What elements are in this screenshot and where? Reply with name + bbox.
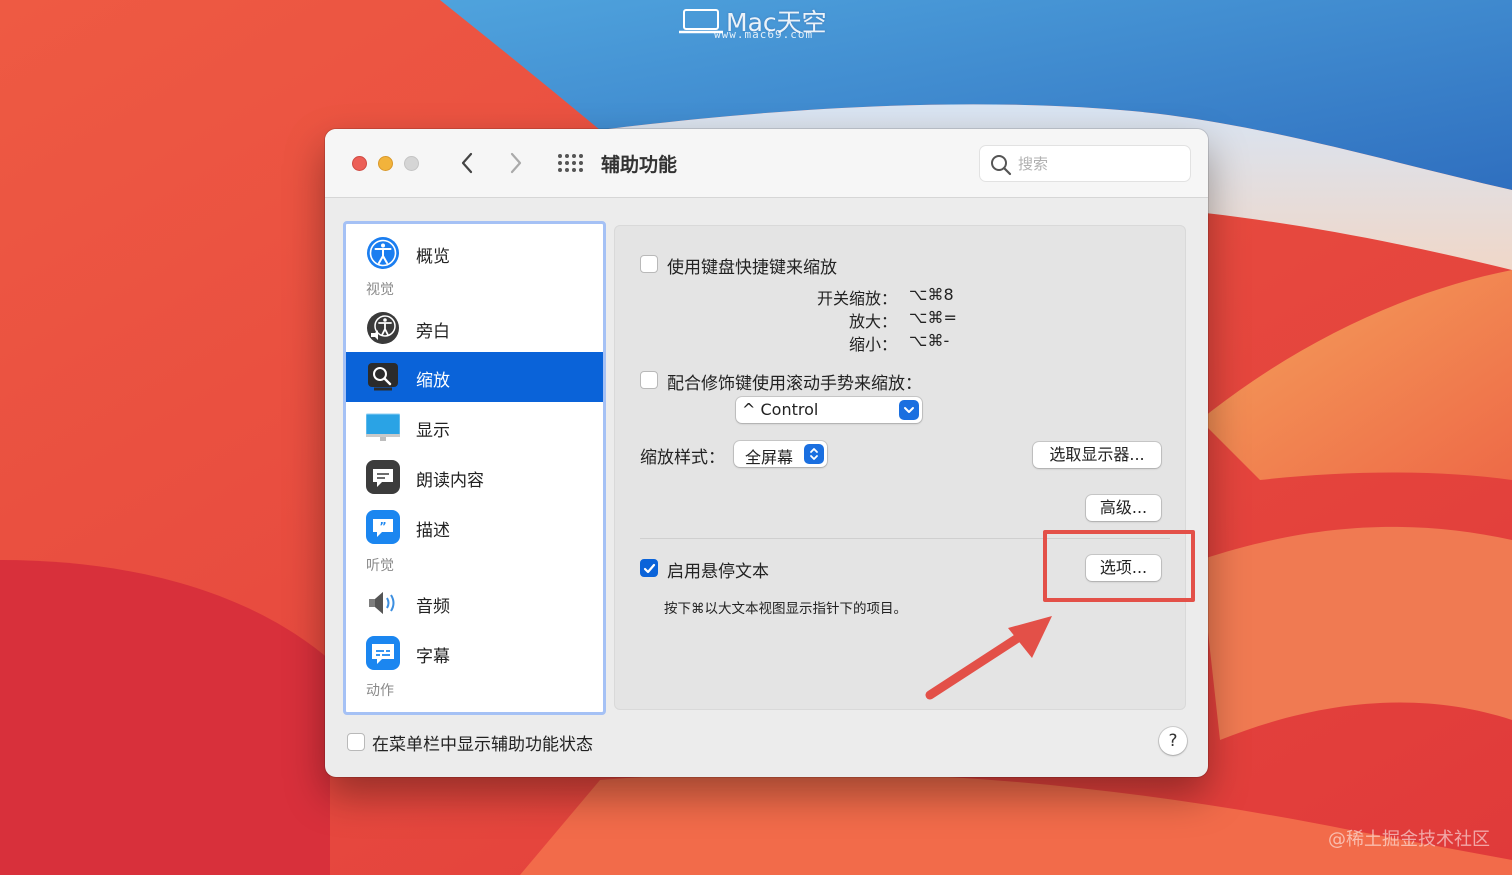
separator [640, 538, 1170, 539]
accessibility-icon [367, 237, 399, 269]
hover-text-checkbox[interactable] [640, 559, 658, 577]
section-hearing-label: 听觉 [366, 558, 394, 574]
keyboard-shortcut-checkbox[interactable] [640, 255, 658, 273]
sidebar-item-spoken-content[interactable]: 朗读内容 [346, 452, 603, 502]
search-icon [991, 155, 1012, 176]
voiceover-icon [367, 312, 399, 344]
section-motor-label: 动作 [366, 683, 394, 699]
shortcut-toggle-value: ⌥⌘8 [909, 285, 954, 304]
shortcut-toggle-key: 开关缩放： [816, 289, 897, 308]
sidebar-item-audio[interactable]: 音频 [346, 578, 603, 628]
sidebar-item-display[interactable]: 显示 [346, 402, 603, 452]
sidebar-item-label: 旁白 [416, 322, 450, 342]
sidebar-item-label: 缩放 [416, 371, 450, 391]
window-titlebar: 辅助功能 [325, 129, 1208, 198]
help-button[interactable]: ? [1159, 727, 1187, 755]
sidebar-item-label: 显示 [416, 421, 450, 441]
system-preferences-window: 辅助功能 概览 视觉 [325, 129, 1208, 777]
hover-text-label: 启用悬停文本 [667, 562, 769, 582]
sidebar-item-voiceover[interactable]: 旁白 [346, 303, 603, 353]
shortcut-zoom-in-key: 放大： [848, 312, 897, 331]
search-input[interactable] [1018, 153, 1183, 175]
sidebar-item-descriptions[interactable]: ” 描述 [346, 502, 603, 552]
sidebar-item-zoom[interactable]: 缩放 [346, 352, 603, 402]
shortcut-zoom-in-value: ⌥⌘= [909, 308, 957, 327]
category-sidebar[interactable]: 概览 视觉 旁白 缩放 显示 朗读内容 ” 描述 听觉 音频 字幕 动作 [343, 221, 606, 715]
sidebar-item-label: 概览 [416, 247, 450, 267]
shortcut-zoom-out-key: 缩小： [848, 335, 897, 354]
zoom-style-popup[interactable]: 全屏幕 [734, 441, 827, 467]
sidebar-item-label: 描述 [416, 521, 450, 541]
speech-icon [366, 460, 400, 494]
display-icon [366, 413, 400, 441]
description-icon: ” [366, 510, 400, 544]
watermark-bottom: @稀土掘金技术社区 [1328, 829, 1490, 850]
zoom-window-button[interactable] [404, 156, 419, 171]
modifier-key-popup[interactable]: ^ Control [736, 397, 922, 423]
chevron-down-icon [899, 400, 919, 420]
zoom-icon [368, 363, 398, 391]
sidebar-item-overview[interactable]: 概览 [346, 228, 603, 278]
sidebar-item-label: 字幕 [416, 647, 450, 667]
section-vision-label: 视觉 [366, 282, 394, 298]
captions-icon [366, 636, 400, 670]
show-in-menubar-label: 在菜单栏中显示辅助功能状态 [372, 735, 593, 755]
grid-icon[interactable] [557, 153, 583, 173]
up-down-stepper-icon [804, 444, 824, 464]
zoom-style-label: 缩放样式： [640, 448, 725, 468]
zoom-settings-pane: 使用键盘快捷键来缩放 开关缩放： ⌥⌘8 放大： ⌥⌘= 缩小： ⌥⌘- 配合修… [614, 225, 1186, 710]
hover-text-hint: 按下⌘以大文本视图显示指针下的项目。 [664, 601, 907, 617]
speaker-icon [369, 592, 395, 614]
close-window-button[interactable] [352, 156, 367, 171]
zoom-style-value: 全屏幕 [745, 448, 794, 467]
choose-display-button[interactable]: 选取显示器... [1033, 442, 1161, 468]
scroll-gesture-label: 配合修饰键使用滚动手势来缩放： [667, 374, 922, 394]
window-title: 辅助功能 [601, 154, 678, 176]
keyboard-shortcut-label: 使用键盘快捷键来缩放 [667, 258, 837, 278]
minimize-window-button[interactable] [378, 156, 393, 171]
modifier-key-value: ^ Control [742, 400, 819, 419]
search-box[interactable] [979, 145, 1191, 182]
scroll-gesture-checkbox[interactable] [640, 371, 658, 389]
shortcut-zoom-out-value: ⌥⌘- [909, 331, 950, 350]
sidebar-item-label: 朗读内容 [416, 471, 484, 491]
hover-text-options-button[interactable]: 选项... [1086, 555, 1161, 581]
sidebar-item-label: 音频 [416, 597, 450, 617]
chevron-left-icon[interactable] [456, 149, 478, 177]
svg-text:”: ” [379, 520, 386, 533]
watermark-top: Mac天空 www.mac69.com [678, 3, 848, 43]
chevron-right-icon[interactable] [505, 149, 527, 177]
watermark-url: www.mac69.com [714, 28, 814, 41]
checkmark-icon [643, 563, 656, 574]
sidebar-item-captions[interactable]: 字幕 [346, 628, 603, 678]
advanced-button[interactable]: 高级... [1086, 495, 1161, 521]
show-in-menubar-checkbox[interactable] [347, 733, 365, 751]
